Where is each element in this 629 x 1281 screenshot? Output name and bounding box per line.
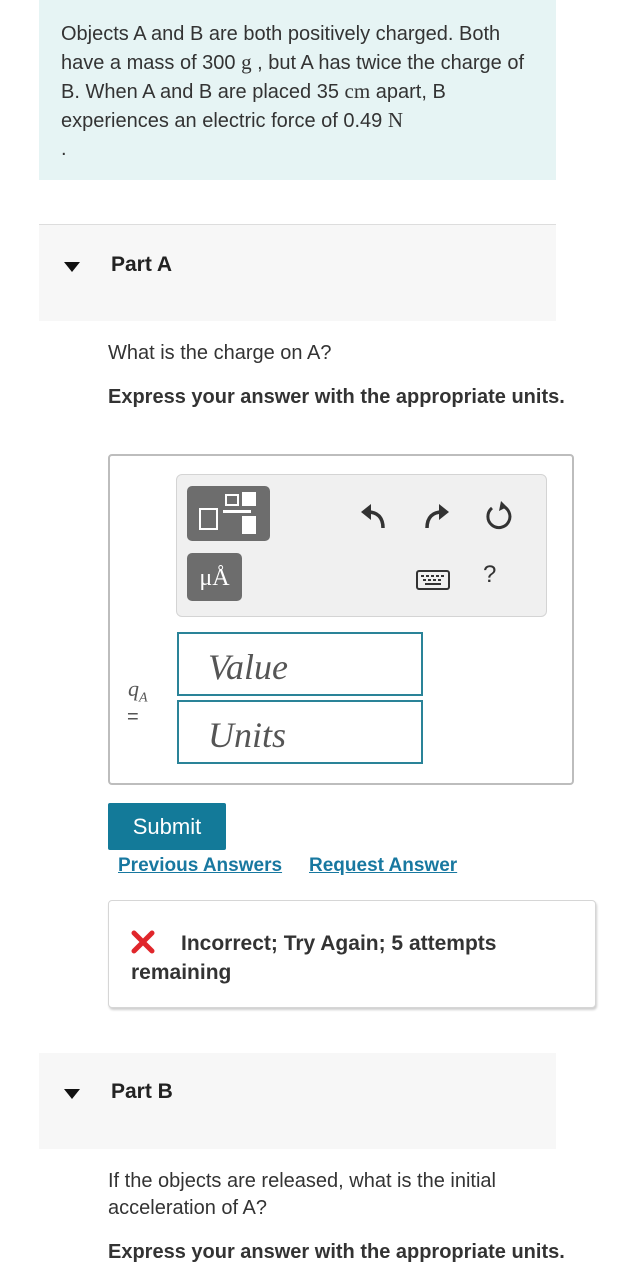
help-button[interactable]: ? bbox=[483, 561, 496, 589]
request-answer-link[interactable]: Request Answer bbox=[309, 855, 457, 877]
feedback-text: Incorrect; Try Again; 5 attempts remaini… bbox=[131, 932, 497, 984]
value-input[interactable]: Value bbox=[177, 632, 423, 696]
part-b-instruction: Express your answer with the appropriate… bbox=[108, 1241, 565, 1263]
reset-icon[interactable] bbox=[483, 501, 513, 531]
fraction-template-icon[interactable] bbox=[187, 486, 270, 541]
feedback-box: Incorrect; Try Again; 5 attempts remaini… bbox=[108, 900, 596, 1008]
part-a-title: Part A bbox=[111, 253, 173, 276]
problem-statement: Objects A and B are both positively char… bbox=[39, 0, 556, 180]
part-a-question: What is the charge on A? bbox=[108, 342, 332, 364]
redo-icon[interactable] bbox=[423, 501, 451, 531]
part-b-title: Part B bbox=[111, 1080, 173, 1103]
answer-box: μÅ ? qA = Value Units bbox=[108, 454, 574, 785]
part-b-header[interactable]: Part B bbox=[39, 1053, 556, 1149]
variable-label: qA bbox=[128, 676, 148, 706]
collapse-caret-icon[interactable] bbox=[64, 262, 80, 272]
collapse-caret-icon[interactable] bbox=[64, 1089, 80, 1099]
units-button[interactable]: μÅ bbox=[187, 553, 242, 601]
units-input[interactable]: Units bbox=[177, 700, 423, 764]
undo-icon[interactable] bbox=[359, 501, 387, 531]
math-toolbar: μÅ ? bbox=[176, 474, 547, 617]
keyboard-icon[interactable] bbox=[416, 570, 450, 590]
part-a-header[interactable]: Part A bbox=[39, 224, 556, 321]
previous-answers-link[interactable]: Previous Answers bbox=[118, 855, 282, 877]
part-a-instruction: Express your answer with the appropriate… bbox=[108, 386, 565, 408]
submit-button[interactable]: Submit bbox=[108, 803, 226, 850]
equals-sign: = bbox=[127, 706, 139, 728]
part-b-question: If the objects are released, what is the… bbox=[108, 1170, 496, 1219]
problem-text: Objects A and B are both positively char… bbox=[61, 23, 525, 160]
